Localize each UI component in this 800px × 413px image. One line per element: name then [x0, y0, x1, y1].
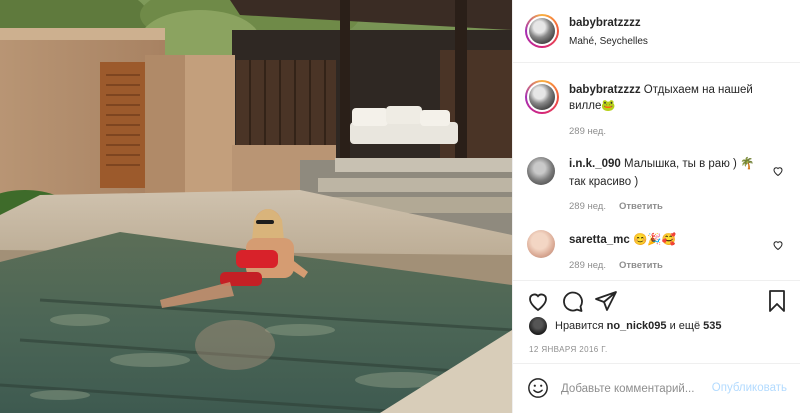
emoji-icon[interactable]: [527, 377, 549, 399]
reply-button[interactable]: Ответить: [619, 201, 663, 212]
villa-pool-image: [0, 0, 512, 413]
comment-time[interactable]: 289 нед.: [569, 201, 606, 212]
avatar-picture: [529, 18, 555, 44]
avatar-picture: [529, 84, 555, 110]
comment-username[interactable]: saretta_mc: [569, 234, 630, 246]
share-icon[interactable]: [594, 289, 618, 313]
comment-text: i.n.k._090 Малышка, ты в раю ) 🌴так крас…: [569, 155, 765, 191]
caption-avatar[interactable]: [525, 80, 559, 114]
author-avatar[interactable]: [525, 14, 559, 48]
caption-text: babybratzzzz Отдыхаем на нашей вилле🐸: [569, 82, 783, 114]
comment-icon[interactable]: [560, 289, 584, 313]
bookmark-icon[interactable]: [765, 289, 789, 313]
caption-time[interactable]: 289 нед.: [569, 126, 606, 137]
post-location[interactable]: Mahé, Seychelles: [569, 36, 648, 47]
comment-body: 😊🎉🥰: [632, 234, 676, 246]
comment-input[interactable]: [561, 378, 699, 400]
commenter-avatar[interactable]: [527, 230, 555, 258]
likes-connector: и ещё: [669, 320, 701, 332]
caption-username[interactable]: babybratzzzz: [569, 84, 641, 96]
comment-username[interactable]: i.n.k._090: [569, 158, 621, 170]
post-header: babybratzzzz Mahé, Seychelles: [513, 0, 800, 63]
likes-summary[interactable]: Нравится no_nick095 и ещё 535: [555, 320, 722, 332]
likes-count[interactable]: 535: [703, 320, 721, 332]
comment-time[interactable]: 289 нед.: [569, 260, 606, 271]
heart-icon[interactable]: [526, 289, 550, 313]
reply-button[interactable]: Ответить: [619, 260, 663, 271]
liker-username[interactable]: no_nick095: [607, 320, 667, 332]
post-date[interactable]: 12 ЯНВАРЯ 2016 Г.: [529, 345, 608, 354]
action-bar: [513, 280, 800, 320]
comment-heart-icon[interactable]: [772, 165, 784, 177]
liker-avatar[interactable]: [529, 317, 547, 335]
post-details-panel: babybratzzzz Mahé, Seychelles babybratzz…: [512, 0, 800, 413]
likes-prefix: Нравится: [555, 320, 604, 332]
author-username[interactable]: babybratzzzz: [569, 17, 641, 29]
comment-heart-icon[interactable]: [772, 239, 784, 251]
publish-button[interactable]: Опубликовать: [712, 382, 787, 394]
post-photo[interactable]: [0, 0, 512, 413]
add-comment-bar: Опубликовать: [513, 363, 800, 413]
commenter-avatar[interactable]: [527, 157, 555, 185]
comment-text: saretta_mc 😊🎉🥰: [569, 231, 765, 249]
